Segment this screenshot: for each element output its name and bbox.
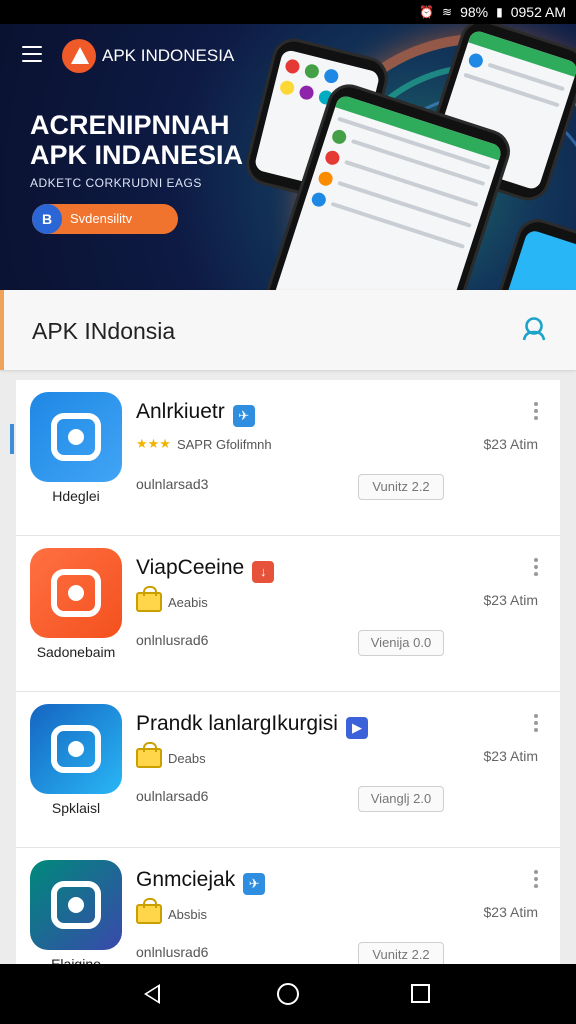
shopping-bag-icon xyxy=(136,742,162,768)
signal-icon: ▮ xyxy=(496,5,503,19)
app-developer: onlnlusrad6 xyxy=(136,944,209,960)
app-developer: oulnlarsad3 xyxy=(136,476,209,492)
app-meta: Deabs xyxy=(136,742,206,768)
app-meta: ★★★ SAPR Gfolifmnh xyxy=(136,436,272,452)
app-screen: ⏰ ≋ 98% ▮ 0952 AM APK INDONESIA ACRENIPN… xyxy=(0,0,576,1024)
app-name-text: Gnmciejak xyxy=(136,868,236,891)
back-icon[interactable] xyxy=(144,984,160,1004)
shopping-bag-icon xyxy=(136,586,162,612)
banner-subtitle: ADKETC CORKRUDNI EAGS xyxy=(30,176,202,190)
alarm-icon: ⏰ xyxy=(419,5,435,19)
app-list-item[interactable]: Sadonebaim ViapCeeine ↓ Aeabis $23 Atim onlnl… xyxy=(16,536,560,692)
headline-line-1: ACRENIPNNAH xyxy=(30,110,230,140)
app-badge-icon: ↓ xyxy=(252,561,275,583)
app-list: Hdeglei Anlrkiuetr ✈ ★★★ SAPR Gfolifmnh $23 A… xyxy=(16,380,560,980)
shopping-bag-icon xyxy=(136,898,162,924)
cta-label: Svdensilitv xyxy=(70,211,133,226)
app-list-item[interactable]: ElaiginoGnmciejak✈Absbis$23 Atimonlnlusr… xyxy=(16,848,560,980)
clock: 0952 AM xyxy=(510,4,566,20)
banner-headline: ACRENIPNNAH APK INDANESIA xyxy=(30,110,290,170)
wifi-icon: ≋ xyxy=(442,5,453,19)
cta-badge-icon: B xyxy=(32,204,62,234)
app-price: $23 Atim xyxy=(483,748,538,764)
brand-name: APK INDONESIA xyxy=(102,46,235,65)
app-bar: APK INdonsia xyxy=(0,290,576,370)
app-meta: Aeabis xyxy=(136,586,208,612)
app-badge-icon: ✈ xyxy=(243,873,266,895)
app-category: Deabs xyxy=(168,750,206,766)
app-developer: onlnlusrad6 xyxy=(136,632,209,648)
app-meta: Absbis xyxy=(136,898,208,924)
app-list-item[interactable]: Spklaisl Prandk lanlargIkurgisi ▶ Deabs $23 … xyxy=(16,692,560,848)
app-price: $23 Atim xyxy=(483,904,538,920)
app-name[interactable]: ViapCeeine ↓ xyxy=(136,556,275,583)
more-options-icon[interactable] xyxy=(534,402,538,420)
app-icon[interactable] xyxy=(30,704,122,794)
app-icon-caption: Hdeglei xyxy=(52,488,100,504)
app-name[interactable]: Prandk lanlargIkurgisi ▶ xyxy=(136,712,368,739)
more-options-icon[interactable] xyxy=(534,558,538,576)
app-category: SAPR Gfolifmnh xyxy=(176,436,272,452)
selection-indicator xyxy=(10,424,14,454)
version-button[interactable]: Vunitz 2.2 xyxy=(358,474,444,500)
home-icon[interactable] xyxy=(277,983,299,1005)
rating-stars: ★★★ xyxy=(136,436,171,451)
status-bar: ⏰ ≋ 98% ▮ 0952 AM xyxy=(0,0,576,24)
app-name[interactable]: Gnmciejak ✈ xyxy=(136,868,266,895)
app-badge-icon: ✈ xyxy=(232,405,255,427)
more-options-icon[interactable] xyxy=(534,714,538,732)
search-icon[interactable] xyxy=(520,316,546,342)
app-price: $23 Atim xyxy=(483,592,538,608)
headline-line-2: APK INDANESIA xyxy=(30,140,244,170)
promo-banner[interactable]: APK INDONESIA ACRENIPNNAH APK INDANESIA … xyxy=(0,24,576,290)
battery-level: 98% xyxy=(460,4,489,20)
banner-cta-button[interactable]: B Svdensilitv xyxy=(32,204,178,234)
app-developer: oulnlarsad6 xyxy=(136,788,209,804)
version-button[interactable]: Vienija 0.0 xyxy=(358,630,444,656)
app-icon[interactable] xyxy=(30,860,122,950)
app-list-item[interactable]: Hdeglei Anlrkiuetr ✈ ★★★ SAPR Gfolifmnh $23 A… xyxy=(16,380,560,536)
app-category: Aeabis xyxy=(168,594,208,610)
app-icon[interactable] xyxy=(30,392,122,482)
app-badge-icon: ▶ xyxy=(345,717,368,739)
app-name-text: Anlrkiuetr xyxy=(136,400,225,423)
more-options-icon[interactable] xyxy=(534,870,538,888)
app-name-text: Prandk lanlargIkurgisi xyxy=(136,712,338,735)
recents-icon[interactable] xyxy=(411,984,430,1003)
version-button[interactable]: Vianglj 2.0 xyxy=(358,786,444,812)
app-name[interactable]: Anlrkiuetr ✈ xyxy=(136,400,255,427)
brand-logo-icon xyxy=(62,39,96,73)
app-icon-caption: Spklaisl xyxy=(51,800,101,816)
navigation-bar xyxy=(0,964,576,1024)
app-name-text: ViapCeeine xyxy=(136,556,245,579)
app-price: $23 Atim xyxy=(483,436,538,452)
menu-icon[interactable] xyxy=(22,46,42,62)
page-title: APK INdonsia xyxy=(32,318,176,344)
app-icon-caption: Sadonebaim xyxy=(36,644,116,660)
app-icon[interactable] xyxy=(30,548,122,638)
app-category: Absbis xyxy=(168,906,208,922)
